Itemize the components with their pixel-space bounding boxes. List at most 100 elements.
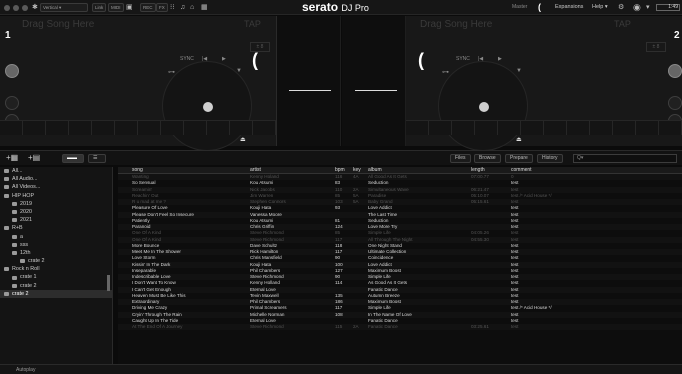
crate-icon bbox=[4, 267, 9, 272]
sidebar-item[interactable]: crate 2 bbox=[0, 257, 112, 265]
crate-sidebar[interactable]: All... All Audio... All Videos... HIP HOP 20… bbox=[0, 167, 113, 364]
channel-2-marker bbox=[355, 90, 397, 91]
sidebar-item-label: 12th bbox=[20, 249, 31, 256]
platter[interactable] bbox=[438, 61, 528, 151]
sidebar-item-label: crate 2 bbox=[20, 282, 37, 289]
tap-button[interactable]: TAP bbox=[244, 19, 261, 29]
cell-artist: Steve Richmond bbox=[250, 324, 284, 329]
cell-key: 2A bbox=[353, 324, 359, 329]
sidebar-item-label: crate 2 bbox=[28, 258, 45, 265]
play-icon[interactable]: ▶ bbox=[498, 56, 502, 62]
key-lock-button[interactable] bbox=[5, 64, 19, 78]
column-length[interactable]: length bbox=[469, 167, 509, 173]
sidebar-item[interactable]: 2020 bbox=[0, 208, 112, 216]
table-row[interactable]: At The End Of A Journey Steve Richmond 115… bbox=[118, 324, 682, 331]
display-icon[interactable]: ▣ bbox=[126, 0, 133, 15]
chevron-down-icon[interactable]: ▾ bbox=[646, 0, 650, 15]
prepare-tab[interactable]: Prepare bbox=[505, 154, 533, 163]
sidebar-item[interactable]: crate 2 bbox=[0, 289, 112, 298]
crate-icon bbox=[12, 242, 17, 247]
sidebar-item[interactable]: All... bbox=[0, 167, 112, 175]
sidebar-item-label: 2021 bbox=[20, 217, 32, 224]
grid-icon[interactable]: ▦ bbox=[201, 0, 208, 15]
sync-button[interactable]: SYNC bbox=[456, 56, 470, 62]
sidebar-item[interactable]: R+B bbox=[0, 224, 112, 232]
deck-1[interactable]: 1 Drag Song Here TAP ± 8 SYNC |◀ ▶ ( ⊶ ▼… bbox=[0, 16, 276, 151]
sidebar-item[interactable]: crate 1 bbox=[0, 273, 112, 281]
sidebar-item[interactable]: All Audio... bbox=[0, 175, 112, 183]
sidebar-item-label: crate 2 bbox=[12, 290, 29, 297]
column-album[interactable]: album bbox=[366, 167, 469, 173]
sidebar-item[interactable]: HIP HOP bbox=[0, 192, 112, 200]
mic-icon[interactable]: ♫ bbox=[180, 0, 185, 15]
link-button[interactable]: Link bbox=[92, 3, 107, 12]
search-input[interactable]: Q▾ bbox=[573, 154, 677, 163]
pitch-display: ± 8 bbox=[646, 42, 666, 52]
sidebar-item[interactable]: sss bbox=[0, 241, 112, 249]
sidebar-item[interactable]: 12th bbox=[0, 249, 112, 257]
gear-icon[interactable]: ⚙ bbox=[618, 0, 624, 15]
slip-button[interactable] bbox=[668, 96, 682, 110]
close-window-button[interactable] bbox=[4, 5, 10, 11]
sidebar-item-label: Rock n Roll bbox=[12, 266, 40, 273]
sampler-icon[interactable]: ⁝⁝ bbox=[170, 0, 174, 15]
play-icon[interactable]: ▶ bbox=[222, 56, 226, 62]
track-list-header: song artist bpm key album length comment bbox=[118, 167, 682, 174]
cell-song: At The End Of A Journey bbox=[132, 324, 183, 329]
sidebar-item[interactable]: a bbox=[0, 233, 112, 241]
video-icon[interactable]: ⌂ bbox=[190, 0, 194, 15]
column-key[interactable]: key bbox=[351, 167, 366, 173]
zoom-window-button[interactable] bbox=[22, 5, 28, 11]
tempo-indicator-icon: ( bbox=[418, 50, 424, 70]
add-smart-crate-icon[interactable]: +▤ bbox=[28, 153, 40, 162]
platter-center bbox=[203, 102, 213, 112]
autoplay-toggle[interactable]: Autoplay bbox=[16, 367, 35, 373]
tap-button[interactable]: TAP bbox=[614, 19, 631, 29]
list-view-button[interactable]: ☰ bbox=[88, 154, 106, 163]
cue-down-icon[interactable]: ▼ bbox=[516, 68, 522, 74]
waveform-mixer bbox=[276, 16, 406, 146]
sidebar-item-label: All Audio... bbox=[12, 176, 38, 183]
sidebar-item[interactable]: 2021 bbox=[0, 216, 112, 224]
loop-icon[interactable]: ⊶ bbox=[442, 68, 449, 76]
platter[interactable] bbox=[162, 61, 252, 151]
history-tab[interactable]: History bbox=[537, 154, 563, 163]
help-button[interactable]: Help ▾ bbox=[592, 4, 608, 10]
column-comment[interactable]: comment bbox=[509, 167, 682, 173]
key-lock-button[interactable] bbox=[668, 64, 682, 78]
eject-icon[interactable]: ⏏ bbox=[240, 136, 246, 143]
deck-2[interactable]: 2 Drag Song Here TAP ± 8 ( SYNC |◀ ▶ ⊶ ▼… bbox=[406, 16, 682, 151]
sidebar-item[interactable]: crate 2 bbox=[0, 282, 112, 290]
album-art-view-button[interactable]: ▬▬ bbox=[62, 154, 84, 163]
minimize-window-button[interactable] bbox=[13, 5, 19, 11]
expansions-button[interactable]: Expansions bbox=[555, 4, 583, 10]
files-tab[interactable]: Files bbox=[450, 154, 471, 163]
column-bpm[interactable]: bpm bbox=[333, 167, 351, 173]
sidebar-item[interactable]: All Videos... bbox=[0, 183, 112, 191]
add-crate-icon[interactable]: +▦ bbox=[6, 153, 18, 162]
star-icon[interactable]: ✱ bbox=[32, 0, 38, 15]
tempo-indicator-icon: ( bbox=[252, 50, 258, 70]
slip-button[interactable] bbox=[5, 96, 19, 110]
fx-button[interactable]: FX bbox=[156, 3, 168, 12]
eject-icon[interactable]: ⏏ bbox=[516, 136, 522, 143]
sidebar-item[interactable]: Rock n Roll bbox=[0, 265, 112, 273]
sidebar-scrollbar[interactable] bbox=[106, 167, 111, 364]
master-level-icon[interactable]: ( bbox=[538, 2, 541, 12]
product-name: DJ Pro bbox=[341, 3, 369, 13]
hot-cue-grid[interactable] bbox=[0, 120, 276, 135]
crate-icon bbox=[4, 185, 9, 190]
layout-select[interactable]: Vertical ▾ bbox=[40, 3, 88, 12]
account-icon[interactable]: ◉ bbox=[633, 0, 641, 15]
sidebar-item[interactable]: 2019 bbox=[0, 200, 112, 208]
sync-button[interactable]: SYNC bbox=[180, 56, 194, 62]
column-artist[interactable]: artist bbox=[248, 167, 333, 173]
hot-cue-grid[interactable] bbox=[406, 120, 682, 135]
column-song[interactable]: song bbox=[130, 167, 248, 173]
browse-tab[interactable]: Browse bbox=[474, 154, 501, 163]
rec-button[interactable]: REC bbox=[140, 3, 156, 12]
sidebar-item-label: HIP HOP bbox=[12, 192, 35, 199]
track-list[interactable]: song artist bpm key album length comment… bbox=[118, 167, 682, 364]
midi-button[interactable]: MIDI bbox=[108, 3, 124, 12]
sidebar-item-label: sss bbox=[20, 241, 29, 248]
